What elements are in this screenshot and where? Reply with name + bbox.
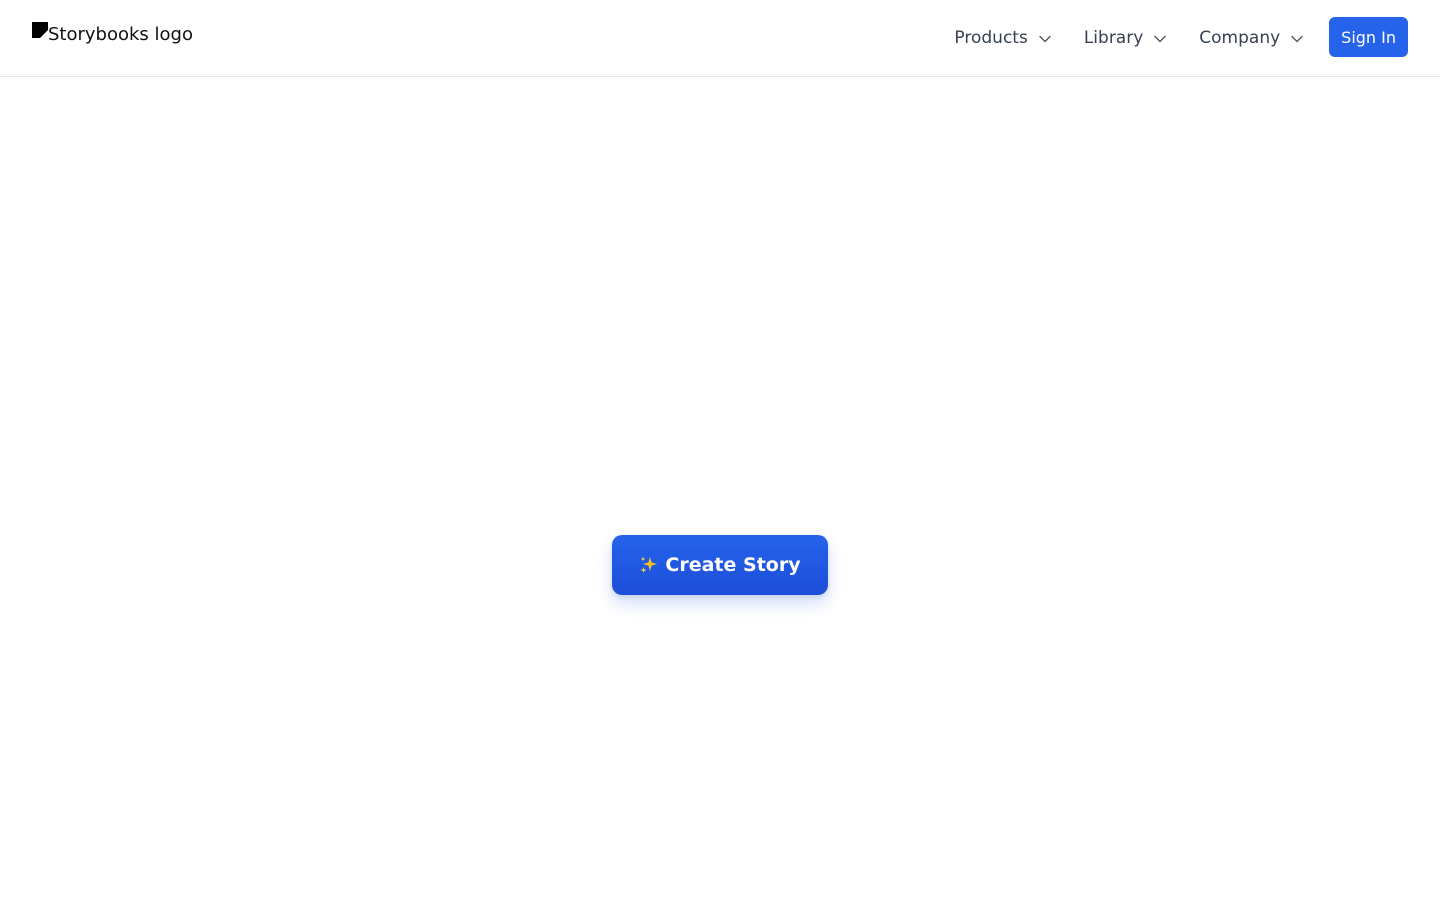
chevron-down-icon — [1039, 35, 1051, 43]
site-header: Storybooks logo Products Library Company… — [0, 0, 1440, 77]
logo-link[interactable]: Storybooks logo — [32, 22, 193, 46]
create-story-label: Create Story — [665, 554, 801, 576]
broken-image-icon — [32, 22, 48, 38]
sign-in-button[interactable]: Sign In — [1329, 17, 1408, 57]
create-story-button[interactable]: Create Story — [612, 535, 828, 595]
nav-item-label: Library — [1083, 28, 1144, 48]
main-nav: Products Library Company Sign In — [954, 0, 1408, 76]
chevron-down-icon — [1291, 35, 1303, 43]
sparkles-icon — [640, 556, 658, 573]
nav-item-company[interactable]: Company — [1199, 28, 1303, 48]
logo-alt-text: Storybooks logo — [48, 24, 193, 45]
nav-item-products[interactable]: Products — [954, 28, 1051, 48]
nav-item-label: Company — [1199, 28, 1281, 48]
nav-item-label: Products — [954, 28, 1028, 48]
nav-item-library[interactable]: Library — [1084, 28, 1166, 48]
chevron-down-icon — [1154, 35, 1166, 43]
